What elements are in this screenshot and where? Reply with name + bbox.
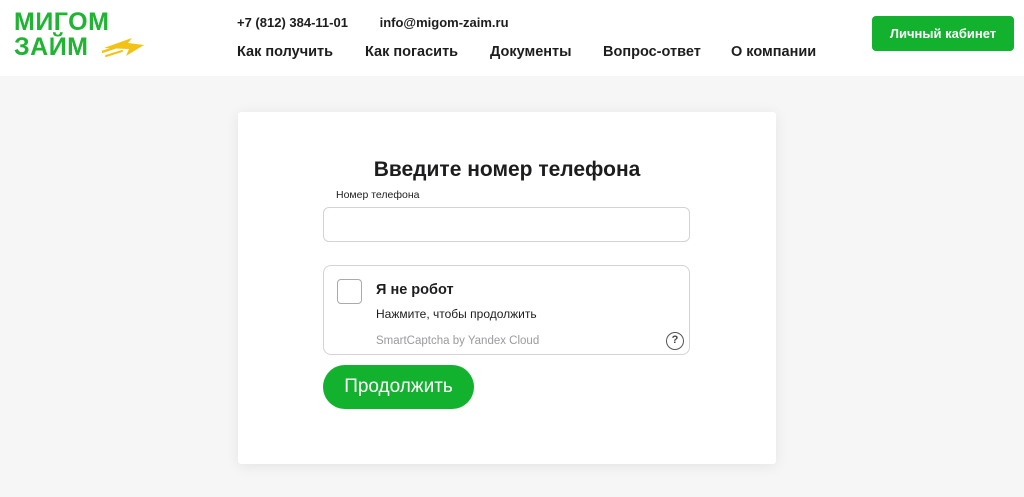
header-phone-link[interactable]: +7 (812) 384-11-01 [237, 15, 348, 30]
phone-input[interactable] [323, 207, 690, 242]
logo-line-1: МИГОМ [14, 8, 110, 36]
nav-how-to-get[interactable]: Как получить [237, 44, 333, 60]
captcha-subtitle: Нажмите, чтобы продолжить [376, 307, 537, 321]
captcha-checkbox[interactable] [337, 279, 362, 304]
form-title: Введите номер телефона [373, 158, 641, 181]
header-contacts: +7 (812) 384-11-01 info@migom-zaim.ru [237, 15, 509, 30]
captcha-title: Я не робот [376, 282, 454, 298]
nav-about[interactable]: О компании [731, 44, 816, 60]
nav-documents[interactable]: Документы [490, 44, 572, 60]
site-header: МИГОМ ЗАЙМ +7 (812) 384-11-01 info@migom… [0, 0, 1024, 76]
logo-arrow-icon [102, 38, 144, 57]
logo-line-2: ЗАЙМ [14, 33, 89, 61]
phone-field-label: Номер телефона [336, 189, 420, 201]
continue-button[interactable]: Продолжить [323, 365, 474, 409]
nav-how-to-repay[interactable]: Как погасить [365, 44, 458, 60]
personal-cabinet-button[interactable]: Личный кабинет [872, 16, 1014, 51]
smart-captcha-widget: Я не робот Нажмите, чтобы продолжить Sma… [323, 265, 690, 355]
question-circle-icon[interactable]: ? [666, 332, 684, 350]
header-email-link[interactable]: info@migom-zaim.ru [380, 15, 509, 30]
site-logo[interactable]: МИГОМ ЗАЙМ [14, 10, 146, 62]
nav-faq[interactable]: Вопрос-ответ [603, 44, 701, 60]
captcha-brand-link[interactable]: SmartCaptcha by Yandex Cloud [376, 335, 539, 347]
phone-form-card: Введите номер телефона Номер телефона Я … [238, 112, 776, 464]
